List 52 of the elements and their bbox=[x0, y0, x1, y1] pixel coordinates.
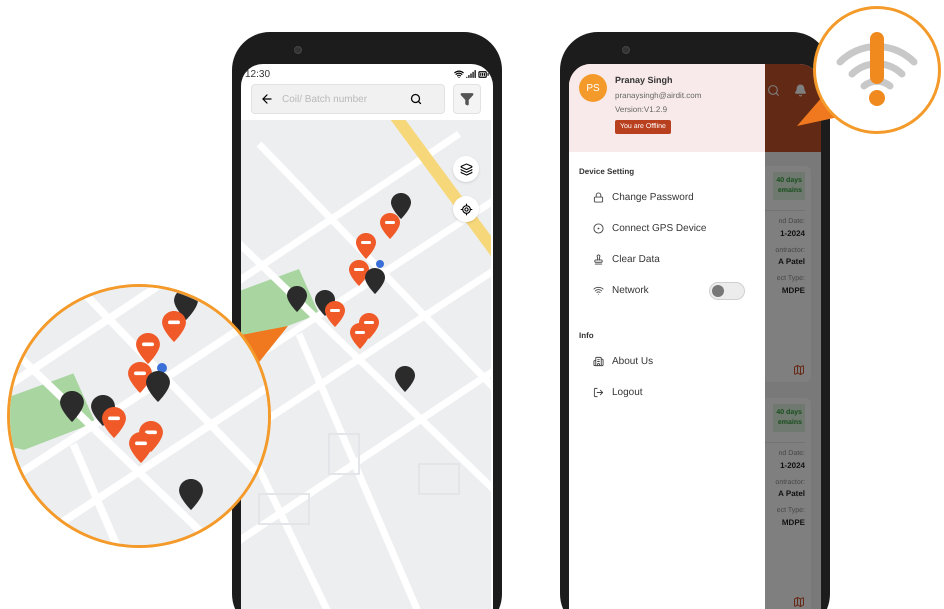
status-time: 12:30 bbox=[245, 68, 270, 82]
map-pin-icon[interactable] bbox=[287, 286, 307, 312]
section-title: Device Setting bbox=[578, 166, 636, 178]
filter-button[interactable] bbox=[453, 84, 481, 114]
map-pin-icon[interactable] bbox=[60, 390, 84, 422]
map-pin-icon[interactable] bbox=[146, 371, 170, 402]
map-pin-icon[interactable] bbox=[391, 193, 411, 219]
camera-icon bbox=[294, 46, 302, 54]
field-value: MDPE bbox=[782, 284, 805, 296]
field-value: A Patel bbox=[778, 488, 805, 500]
menu-item[interactable]: Change Password bbox=[569, 182, 765, 213]
signal-icon bbox=[466, 69, 476, 79]
bell-icon[interactable] bbox=[794, 84, 807, 97]
battery-icon bbox=[478, 68, 489, 80]
search-icon[interactable] bbox=[410, 93, 422, 105]
search-field[interactable]: Coil/ Batch number bbox=[282, 92, 402, 106]
target-icon bbox=[593, 223, 604, 234]
user-name: Pranay Singh bbox=[615, 74, 673, 87]
menu-item[interactable]: Logout bbox=[569, 377, 765, 408]
map-pin-icon[interactable] bbox=[102, 407, 126, 438]
search-bar[interactable]: Coil/ Batch number bbox=[251, 84, 445, 114]
map-pin-icon[interactable] bbox=[325, 301, 345, 327]
map-icon[interactable] bbox=[793, 596, 805, 608]
layers-icon bbox=[460, 162, 472, 176]
logout-icon bbox=[593, 387, 604, 398]
field-value: 1-2024 bbox=[780, 228, 805, 240]
map-pin-icon[interactable] bbox=[162, 310, 186, 342]
lock-icon bbox=[593, 192, 604, 203]
field-value: A Patel bbox=[778, 256, 805, 268]
menu-item[interactable]: Network bbox=[569, 275, 765, 306]
field-value: MDPE bbox=[782, 516, 805, 528]
map-pin-icon[interactable] bbox=[178, 478, 202, 510]
map-pin-icon[interactable] bbox=[395, 366, 415, 392]
wifi-warning-icon bbox=[834, 32, 920, 108]
network-switch[interactable] bbox=[709, 282, 745, 300]
section-title: Info bbox=[578, 330, 595, 342]
wifi-icon bbox=[454, 69, 464, 79]
stamp-icon bbox=[593, 254, 604, 265]
locate-icon bbox=[460, 202, 472, 216]
avatar: PS bbox=[579, 74, 607, 102]
field-value: 1-2024 bbox=[780, 460, 805, 472]
wifi-icon bbox=[593, 285, 604, 296]
filter-icon bbox=[460, 92, 474, 106]
menu-item[interactable]: Connect GPS Device bbox=[569, 213, 765, 244]
map-icon[interactable] bbox=[793, 364, 805, 376]
camera-icon bbox=[622, 46, 630, 54]
map-pin-icon[interactable] bbox=[365, 268, 385, 294]
user-email: pranaysingh@airdit.com bbox=[615, 90, 702, 102]
app-version: Version:V1.2.9 bbox=[615, 104, 668, 116]
menu-item[interactable]: About Us bbox=[569, 346, 765, 377]
building-icon bbox=[593, 356, 604, 367]
menu-item[interactable]: Clear Data bbox=[569, 244, 765, 275]
